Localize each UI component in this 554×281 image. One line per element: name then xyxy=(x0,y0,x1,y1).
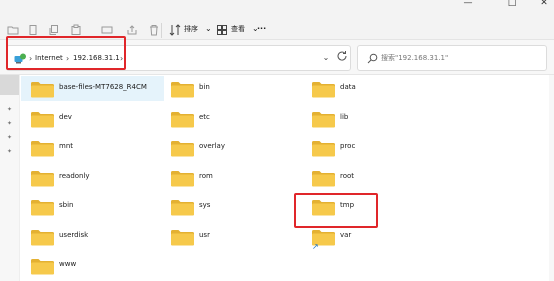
highlight-box-address xyxy=(6,36,126,70)
share-icon[interactable] xyxy=(126,24,138,36)
toolbar-separator xyxy=(161,23,162,38)
folder-name: rom xyxy=(199,171,213,180)
folder-icon xyxy=(170,198,195,217)
folder-name: www xyxy=(59,260,77,268)
folder-name: proc xyxy=(340,142,356,150)
folder-icon xyxy=(311,169,336,188)
scrollbar[interactable] xyxy=(549,75,554,281)
folder-name: sys xyxy=(199,201,211,209)
delete-icon[interactable] xyxy=(148,24,160,36)
folder-item[interactable]: base-files-MT7628_R4CM xyxy=(21,76,164,101)
file-grid: base-files-MT7628_R4CM bin data dev etc lib mn… xyxy=(21,75,554,281)
folder-icon xyxy=(30,139,55,158)
maximize-button[interactable]: □ xyxy=(500,0,524,9)
folder-item[interactable]: overlay xyxy=(161,135,291,160)
folder-item[interactable]: lib xyxy=(302,106,432,131)
folder-item[interactable]: sys xyxy=(161,194,291,219)
pin-icon: ✦ xyxy=(7,120,13,127)
rename-icon[interactable] xyxy=(101,24,113,36)
folder-item[interactable]: bin xyxy=(161,76,291,101)
folder-name: sbin xyxy=(59,201,74,209)
folder-name: mnt xyxy=(59,142,73,150)
folder-item[interactable]: usr xyxy=(161,224,291,249)
folder-name: readonly xyxy=(59,171,90,180)
folder-icon xyxy=(311,110,336,129)
folder-icon xyxy=(30,257,55,276)
folder-name: userdisk xyxy=(59,230,89,239)
title-bar: — □ ✕ xyxy=(0,0,554,9)
close-button[interactable]: ✕ xyxy=(532,0,554,9)
folder-name: var xyxy=(340,230,352,239)
new-folder-icon[interactable] xyxy=(7,24,19,36)
folder-icon xyxy=(170,110,195,129)
navigation-pane: ✦ ✦ ✦ ✦ xyxy=(0,75,20,281)
folder-item[interactable]: readonly xyxy=(21,165,164,190)
sort-dropdown-chevron-icon[interactable]: ⌄ xyxy=(205,22,212,36)
command-bar: 排序 ⌄ 查看 ⌄ ··· xyxy=(0,9,554,39)
folder-icon xyxy=(30,110,55,129)
folder-icon xyxy=(170,80,195,99)
search-input[interactable]: 搜索"192.168.31.1" xyxy=(357,45,547,71)
cut-icon[interactable] xyxy=(27,24,39,36)
folder-name: dev xyxy=(59,112,72,121)
folder-name: data xyxy=(340,83,356,91)
more-options-button[interactable]: ··· xyxy=(257,22,266,36)
folder-name: base-files-MT7628_R4CM xyxy=(59,83,147,91)
folder-icon xyxy=(30,169,55,188)
search-placeholder: 搜索"192.168.31.1" xyxy=(381,54,449,62)
sort-icon[interactable] xyxy=(169,24,181,36)
pin-icon: ✦ xyxy=(7,148,13,155)
view-button[interactable]: 查看 xyxy=(231,22,245,36)
copy-icon[interactable] xyxy=(48,24,60,36)
search-icon xyxy=(367,53,378,64)
paste-icon[interactable] xyxy=(70,24,82,36)
minimize-button[interactable]: — xyxy=(456,0,480,9)
folder-name: etc xyxy=(199,112,210,121)
folder-name: root xyxy=(340,171,355,180)
address-dropdown-chevron-icon[interactable]: ⌄ xyxy=(320,51,332,65)
folder-item[interactable]: sbin xyxy=(21,194,164,219)
folder-icon xyxy=(311,80,336,99)
folder-item[interactable]: mnt xyxy=(21,135,164,160)
folder-icon xyxy=(30,80,55,99)
pin-icon: ✦ xyxy=(7,106,13,113)
folder-icon xyxy=(311,139,336,158)
folder-item[interactable]: dev xyxy=(21,106,164,131)
folder-item[interactable]: userdisk xyxy=(21,224,164,249)
folder-item[interactable]: rom xyxy=(161,165,291,190)
shortcut-arrow-icon: ↗ xyxy=(312,241,319,251)
folder-item[interactable]: etc xyxy=(161,106,291,131)
highlight-box-tmp xyxy=(294,193,378,228)
view-icon[interactable] xyxy=(216,24,228,36)
folder-item[interactable]: www xyxy=(21,253,164,278)
folder-icon xyxy=(30,198,55,217)
nav-selected-item[interactable] xyxy=(0,75,19,95)
folder-icon: ↗ xyxy=(311,228,336,250)
folder-icon xyxy=(170,169,195,188)
folder-name: overlay xyxy=(199,142,225,150)
folder-item[interactable]: proc xyxy=(302,135,432,160)
folder-icon xyxy=(170,139,195,158)
refresh-icon[interactable] xyxy=(336,50,348,62)
pin-icon: ✦ xyxy=(7,134,13,141)
folder-icon xyxy=(170,228,195,247)
folder-name: usr xyxy=(199,230,210,239)
folder-name: lib xyxy=(340,112,349,121)
folder-item[interactable]: root xyxy=(302,165,432,190)
folder-icon xyxy=(30,228,55,247)
folder-name: bin xyxy=(199,83,210,91)
folder-item[interactable]: data xyxy=(302,76,432,101)
sort-button[interactable]: 排序 xyxy=(184,22,198,36)
